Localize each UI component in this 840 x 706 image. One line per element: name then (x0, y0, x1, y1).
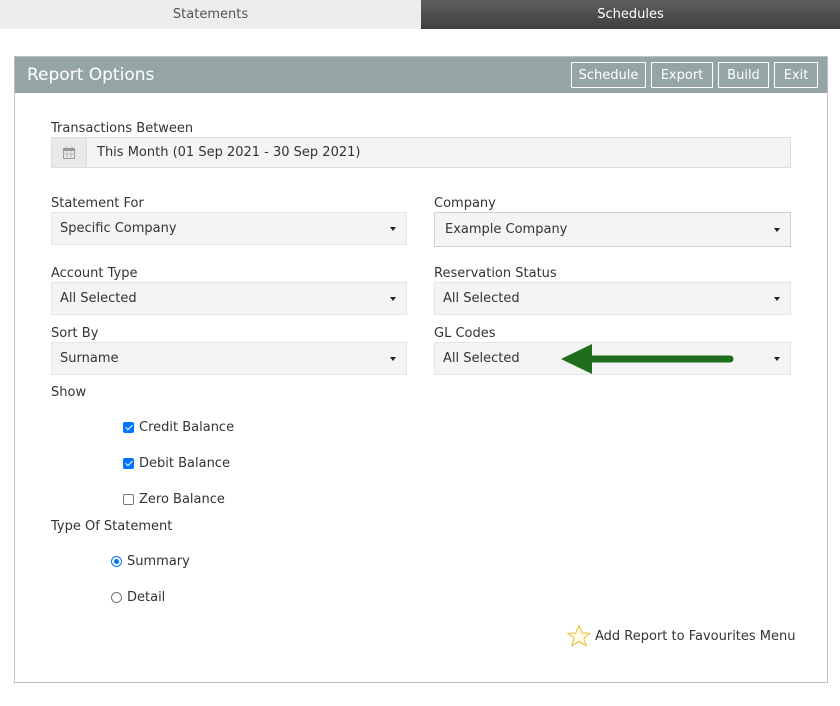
company-label: Company (434, 196, 496, 211)
date-range-value: This Month (01 Sep 2021 - 30 Sep 2021) (97, 145, 361, 160)
zero-balance-label: Zero Balance (139, 492, 225, 507)
star-icon (567, 624, 591, 647)
sort-by-select[interactable]: Surname (51, 342, 407, 375)
sort-by-label: Sort By (51, 326, 99, 341)
type-of-statement-label: Type Of Statement (51, 519, 173, 534)
chevron-down-icon (390, 297, 396, 301)
transactions-between-label: Transactions Between (51, 121, 194, 136)
tab-statements[interactable]: Statements (0, 0, 421, 29)
statement-for-label: Statement For (51, 196, 144, 211)
annotation-arrow-icon (561, 344, 734, 374)
gl-codes-label: GL Codes (434, 326, 496, 341)
account-type-value: All Selected (60, 291, 137, 306)
schedule-button[interactable]: Schedule (571, 62, 646, 88)
summary-label: Summary (127, 554, 190, 569)
tab-bar: Statements Schedules (0, 0, 840, 29)
panel-title: Report Options (27, 65, 155, 85)
show-label: Show (51, 385, 87, 400)
credit-balance-checkbox[interactable] (123, 422, 134, 433)
debit-balance-checkbox[interactable] (123, 458, 134, 469)
export-button[interactable]: Export (651, 62, 713, 88)
sort-by-value: Surname (60, 351, 119, 366)
summary-radio[interactable] (111, 556, 122, 567)
credit-balance-label: Credit Balance (139, 420, 235, 435)
statement-for-value: Specific Company (60, 221, 177, 236)
zero-balance-checkbox[interactable] (123, 494, 134, 505)
reservation-status-label: Reservation Status (434, 266, 557, 281)
company-select[interactable]: Example Company (434, 212, 791, 247)
exit-button[interactable]: Exit (774, 62, 818, 88)
tab-schedules[interactable]: Schedules (421, 0, 840, 29)
company-value: Example Company (445, 222, 568, 237)
build-button[interactable]: Build (718, 62, 769, 88)
account-type-label: Account Type (51, 266, 138, 281)
gl-codes-value: All Selected (443, 351, 520, 366)
chevron-down-icon (774, 297, 780, 301)
statement-for-select[interactable]: Specific Company (51, 212, 407, 245)
calendar-icon[interactable] (52, 138, 87, 167)
add-to-favourites-link[interactable]: Add Report to Favourites Menu (566, 624, 796, 648)
date-range-field[interactable]: This Month (01 Sep 2021 - 30 Sep 2021) (51, 137, 791, 168)
detail-radio[interactable] (111, 592, 122, 603)
chevron-down-icon (390, 357, 396, 361)
detail-label: Detail (127, 590, 166, 605)
chevron-down-icon (774, 228, 780, 232)
add-to-favourites-label: Add Report to Favourites Menu (595, 628, 796, 644)
account-type-select[interactable]: All Selected (51, 282, 407, 315)
chevron-down-icon (390, 227, 396, 231)
panel-header: Report Options Schedule Export Build Exi… (15, 57, 827, 93)
reservation-status-select[interactable]: All Selected (434, 282, 791, 315)
reservation-status-value: All Selected (443, 291, 520, 306)
chevron-down-icon (774, 357, 780, 361)
debit-balance-label: Debit Balance (139, 456, 230, 471)
